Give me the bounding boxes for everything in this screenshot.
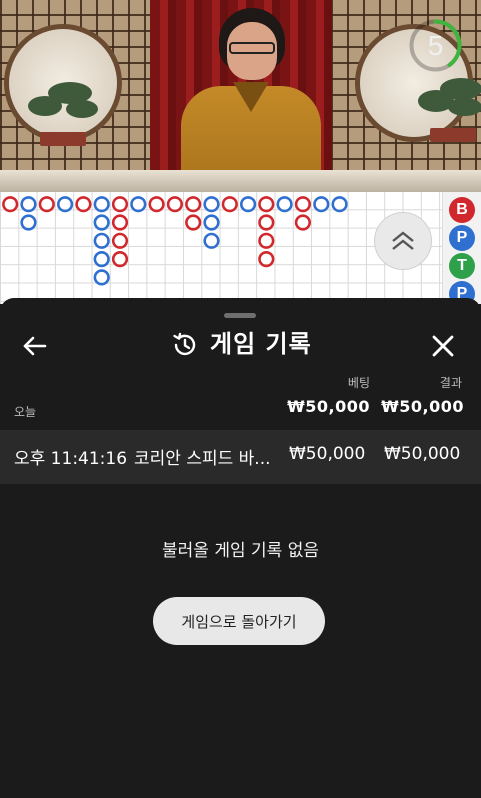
game-table-edge	[0, 170, 481, 192]
road-bead-b	[111, 214, 129, 231]
column-header-bet: 베팅	[347, 376, 370, 390]
close-icon	[432, 335, 454, 357]
road-bead-b	[111, 196, 129, 213]
road-bead-b	[258, 214, 275, 231]
dealer	[181, 8, 321, 192]
road-bead-p	[93, 232, 110, 249]
date-group-label: 오늘	[14, 405, 37, 419]
road-bead-p	[93, 214, 110, 231]
road-bead-b	[166, 196, 183, 213]
bead-road-scoreboard: BPTP	[0, 192, 481, 304]
empty-state-message: 불러올 게임 기록 없음	[162, 541, 319, 561]
column-header-result: 결과	[439, 376, 462, 390]
expand-scoreboard-button[interactable]	[374, 212, 432, 270]
road-bead-p	[93, 250, 110, 268]
game-history-sheet: 게임 기록 베팅 결과 오늘 ₩50,000 ₩50,000 오후 11:41:…	[0, 298, 481, 798]
road-bead-p	[20, 214, 37, 231]
stat-chip-p: P	[449, 225, 475, 251]
history-row[interactable]: 오후 11:41:16 코리안 스피드 바... ₩50,000 ₩50,000	[0, 430, 481, 484]
stat-chip-b: B	[449, 197, 475, 223]
row-bet: ₩50,000	[289, 444, 366, 464]
row-game-name: 코리안 스피드 바...	[134, 449, 271, 469]
road-bead-p	[203, 196, 220, 213]
stat-chip-t: T	[449, 253, 475, 279]
countdown-timer: 5	[407, 17, 464, 74]
road-bead-p	[331, 196, 348, 213]
road-bead-b	[258, 196, 275, 213]
road-bead-b	[221, 196, 238, 213]
road-bead-p	[130, 196, 147, 213]
return-to-game-button[interactable]: 게임으로 돌아가기	[153, 597, 325, 645]
road-bead-b	[185, 196, 202, 213]
road-bead-b	[148, 196, 165, 213]
road-bead-b	[294, 196, 312, 213]
road-bead-p	[313, 196, 330, 213]
sheet-title: 게임 기록	[210, 330, 312, 358]
road-bead-p	[203, 232, 220, 249]
double-chevron-up-icon	[392, 231, 414, 250]
road-bead-b	[111, 250, 129, 268]
live-video-feed: 5	[0, 0, 481, 192]
history-icon	[171, 331, 199, 359]
road-bead-b	[258, 232, 275, 249]
road-bead-p	[240, 196, 257, 213]
road-bead-b	[294, 214, 312, 231]
arrow-left-icon	[23, 336, 47, 356]
drag-handle[interactable]	[224, 313, 256, 318]
row-result: ₩50,000	[384, 444, 461, 464]
today-bet-total: ₩50,000	[287, 397, 370, 416]
back-button[interactable]	[20, 331, 50, 361]
road-bead-p	[20, 196, 37, 213]
road-bead-p	[93, 269, 110, 286]
road-bead-b	[258, 250, 275, 268]
bonsai-right	[418, 78, 481, 142]
road-bead-b	[75, 196, 92, 213]
road-bead-b	[185, 214, 202, 231]
road-bead-b	[111, 232, 129, 249]
road-bead-b	[38, 196, 55, 213]
today-result-total: ₩50,000	[381, 397, 464, 416]
road-bead-p	[56, 196, 74, 213]
close-button[interactable]	[428, 331, 458, 361]
road-bead-b	[2, 196, 19, 213]
bonsai-left	[28, 82, 98, 146]
row-time: 오후 11:41:16	[14, 449, 128, 469]
road-bead-p	[203, 214, 220, 231]
road-bead-p	[276, 196, 293, 213]
countdown-number: 5	[427, 30, 444, 61]
result-stats-column: BPTP	[442, 192, 481, 304]
road-bead-p	[93, 196, 110, 213]
